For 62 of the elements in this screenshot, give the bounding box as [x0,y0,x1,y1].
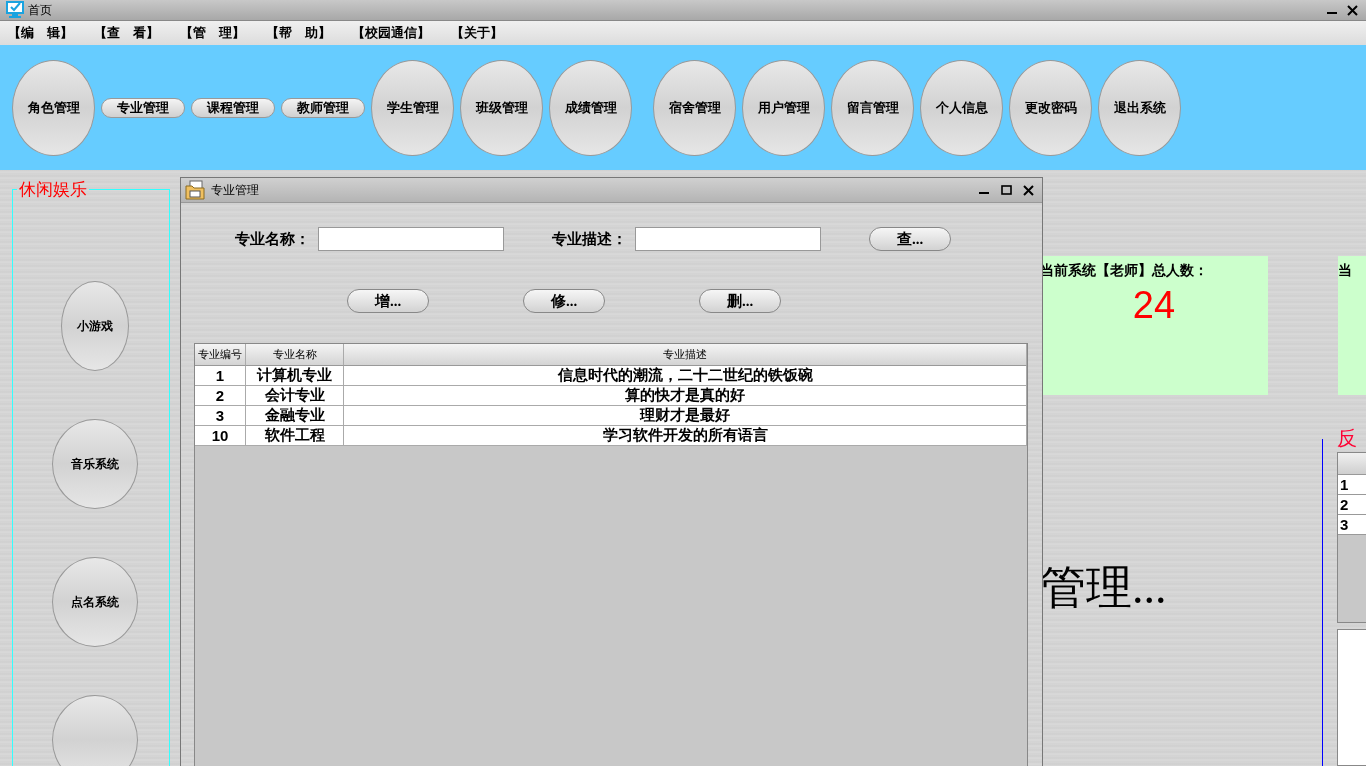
table-cell: 3 [195,406,246,426]
table-cell: 2 [195,386,246,406]
table-cell: 算的快才是真的好 [344,386,1027,406]
search-button[interactable]: 查... [869,227,951,251]
table-cell: 学习软件开发的所有语言 [344,426,1027,446]
stat-label: 当 [1338,262,1352,280]
close-icon[interactable] [1346,4,1358,16]
menu-item[interactable]: 【关于】 [451,24,503,42]
leisure-button[interactable]: 点名系统 [52,557,138,647]
nav-button[interactable]: 班级管理 [460,59,543,156]
table-cell: 1 [1338,475,1366,495]
field-label: 专业名称： [235,229,310,249]
nav-button[interactable]: 个人信息 [920,59,1003,156]
close-icon[interactable] [1022,184,1034,196]
table-cell: 计算机专业 [246,366,344,386]
maximize-icon[interactable] [1000,185,1012,195]
input-field[interactable] [635,227,821,251]
column-header: 专业名称 [246,344,344,366]
action-button[interactable]: 修... [523,289,605,313]
nav-button[interactable]: 宿舍管理 [653,59,736,156]
menu-item[interactable]: 【帮 助】 [266,24,331,42]
menu-item[interactable]: 【管 理】 [180,24,245,42]
table-cell: 10 [195,426,246,446]
table-header [1338,453,1366,475]
table-cell: 软件工程 [246,426,344,446]
nav-button[interactable]: 退出系统 [1098,59,1181,156]
column-header: 专业描述 [344,344,1027,366]
menu-item[interactable]: 【编 辑】 [8,24,73,42]
text-area[interactable] [1337,629,1366,766]
stat-value: 24 [1132,284,1176,327]
table-cell: 金融专业 [246,406,344,426]
input-field[interactable] [318,227,504,251]
menu-item[interactable]: 【查 看】 [94,24,159,42]
table-cell: 信息时代的潮流，二十二世纪的铁饭碗 [344,366,1027,386]
action-button[interactable]: 删... [699,289,781,313]
action-button[interactable]: 增... [347,289,429,313]
table-cell: 2 [1338,495,1366,515]
nav-button[interactable]: 专业管理 [101,97,185,118]
menu-item[interactable]: 【校园通信】 [352,24,430,42]
table-cell: 理财才是最好 [344,406,1027,426]
field-label: 专业描述： [552,229,627,249]
nav-button[interactable]: 更改密码 [1009,59,1092,156]
leisure-button[interactable]: 音乐系统 [52,419,138,509]
leisure-button[interactable]: 小游戏 [61,281,129,371]
window-title: 专业管理 [211,181,260,199]
folder-icon [185,180,205,200]
nav-button[interactable]: 教师管理 [281,97,365,118]
panel-title: 休闲娱乐 [18,179,88,201]
column-header: 专业编号 [195,344,246,366]
table-cell: 1 [195,366,246,386]
nav-button[interactable]: 角色管理 [12,59,95,156]
banner-text: 管理... [1040,561,1167,615]
window-title: 首页 [28,1,53,19]
table-cell: 会计专业 [246,386,344,406]
nav-button[interactable]: 用户管理 [742,59,825,156]
panel-title: 反 [1337,426,1357,451]
monitor-icon [6,1,24,19]
table-cell: 3 [1338,515,1366,535]
nav-button[interactable]: 成绩管理 [549,59,632,156]
nav-button[interactable]: 学生管理 [371,59,454,156]
nav-button[interactable]: 留言管理 [831,59,914,156]
nav-button[interactable]: 课程管理 [191,97,275,118]
